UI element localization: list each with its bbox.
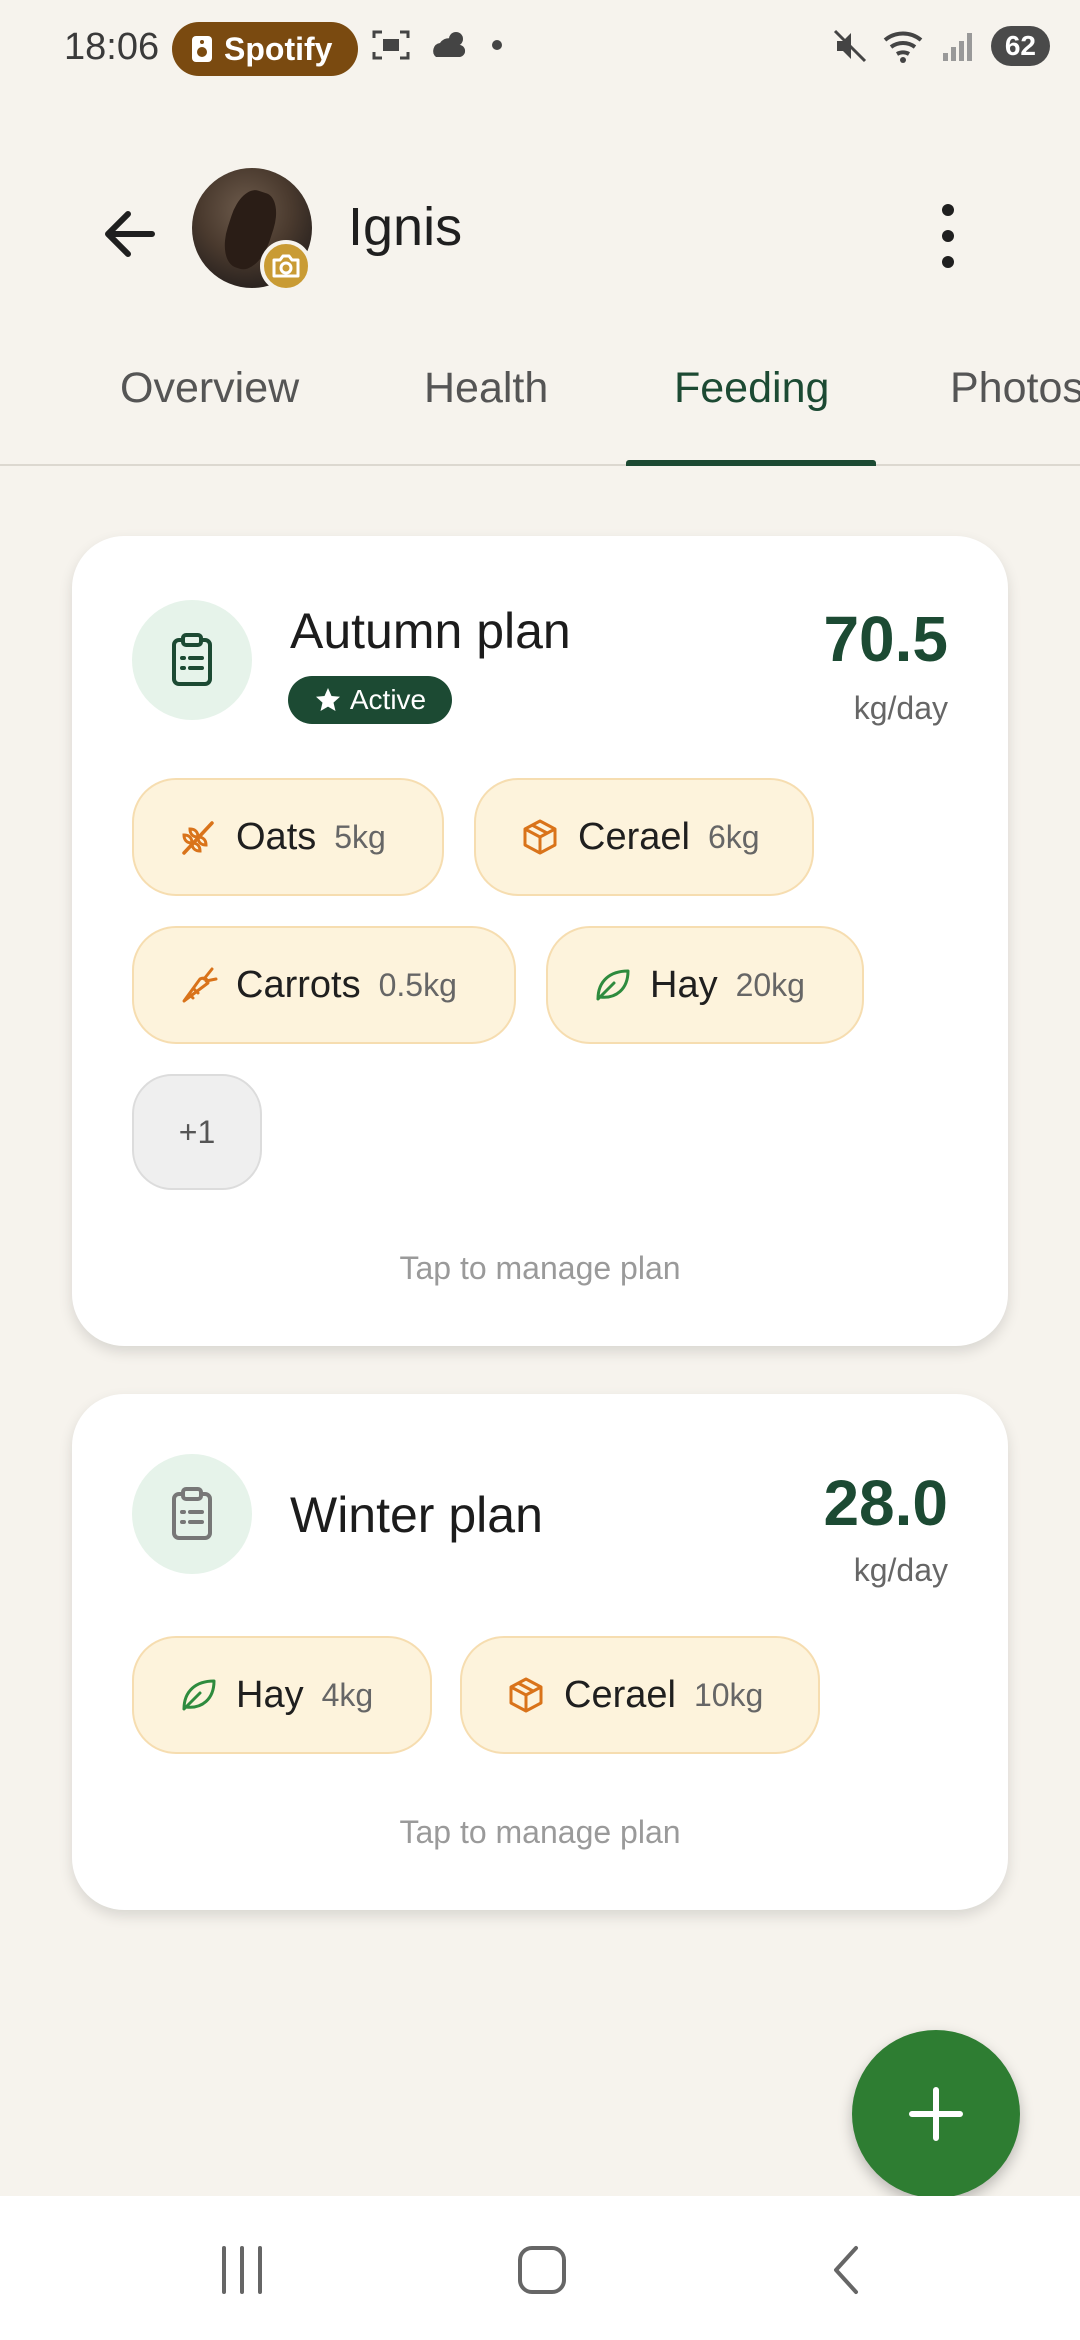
feed-item-name: Hay [650,963,718,1006]
speaker-icon [192,36,212,62]
plan-title: Winter plan [290,1487,543,1543]
feed-item-chip[interactable]: Cerael 6kg [474,778,814,896]
home-button[interactable] [502,2240,582,2300]
feed-item-chip[interactable]: Oats 5kg [132,778,444,896]
recents-button[interactable] [202,2240,282,2300]
feed-item-name: Cerael [578,815,690,858]
dot-icon [492,40,502,50]
feed-item-qty: 4kg [321,1676,374,1713]
signal-icon [942,33,972,61]
feeding-plan-card[interactable]: Winter plan 28.0 kg/day Hay 4kg Cerael 1… [72,1394,1008,1910]
clipboard-icon [172,1487,212,1540]
tab-overview[interactable]: Overview [120,364,299,413]
tab-feeding[interactable]: Feeding [674,364,829,413]
tab-photos[interactable]: Photos [950,364,1080,413]
tab-bar: Overview Health Feeding Photos [0,340,1080,466]
battery-indicator: 62 [990,26,1050,66]
plan-title: Autumn plan [290,603,571,659]
daily-total-value: 28.0 [823,1467,948,1539]
plan-icon-circle [132,600,252,720]
spotify-label: Spotify [224,30,333,67]
feed-item-name: Carrots [236,963,361,1006]
carrot-icon [182,967,218,1003]
box-icon [523,819,557,855]
feeding-plan-card[interactable]: Autumn plan Active 70.5 kg/day Oats 5kg … [72,536,1008,1346]
feed-item-qty: 20kg [735,966,805,1003]
more-items-chip[interactable]: +1 [132,1074,262,1190]
manage-plan-hint: Tap to manage plan [399,1250,681,1286]
arrow-left-icon [105,211,155,257]
feed-item-name: Cerael [564,1673,676,1716]
screenshot-icon [372,30,410,60]
feed-item-chip[interactable]: Cerael 10kg [460,1636,820,1754]
back-button[interactable] [96,198,168,270]
feed-item-qty: 0.5kg [378,966,457,1003]
status-icons-left [372,28,504,62]
feed-item-qty: 5kg [334,818,386,855]
mute-icon [833,29,866,63]
back-nav-button[interactable] [806,2240,886,2300]
box-icon [509,1677,543,1713]
active-badge: Active [288,676,452,724]
weather-icon [433,32,466,57]
clipboard-icon [172,633,212,686]
active-tab-indicator [626,460,876,466]
system-nav-bar [0,2196,1080,2340]
home-icon [518,2246,566,2294]
status-bar: 18:06 Spotify 62 [0,0,1080,100]
feed-item-name: Oats [236,815,317,858]
status-icons-right: 62 [831,26,1050,66]
feed-item-chip[interactable]: Carrots 0.5kg [132,926,516,1044]
leaf-icon [596,969,630,1001]
feed-item-chip[interactable]: Hay 20kg [546,926,864,1044]
status-time: 18:06 [64,26,160,68]
more-options-button[interactable] [920,196,976,276]
feed-item-name: Hay [236,1673,304,1716]
avatar[interactable] [192,168,312,292]
daily-total-unit: kg/day [853,1552,948,1588]
feed-item-qty: 6kg [707,818,760,855]
camera-icon [272,254,300,278]
daily-total-unit: kg/day [853,690,948,726]
chevron-left-icon [834,2246,858,2294]
plus-icon [909,2087,963,2141]
star-icon [315,688,340,711]
manage-plan-hint: Tap to manage plan [399,1814,681,1850]
wifi-icon [883,31,923,63]
recents-icon [222,2246,262,2294]
page-title: Ignis [348,197,463,257]
active-badge-label: Active [349,684,427,715]
more-vertical-icon [942,204,954,268]
leaf-icon [182,1679,216,1711]
wheat-icon [182,821,214,855]
daily-total-value: 70.5 [823,603,948,675]
feed-item-chip[interactable]: Hay 4kg [132,1636,432,1754]
spotify-indicator[interactable]: Spotify [172,22,358,76]
change-photo-button[interactable] [260,240,312,292]
plan-icon-circle [132,1454,252,1574]
add-plan-button[interactable] [852,2030,1020,2198]
tab-health[interactable]: Health [424,364,548,413]
feed-item-qty: 10kg [693,1676,764,1713]
app-header: Ignis [0,150,1080,310]
